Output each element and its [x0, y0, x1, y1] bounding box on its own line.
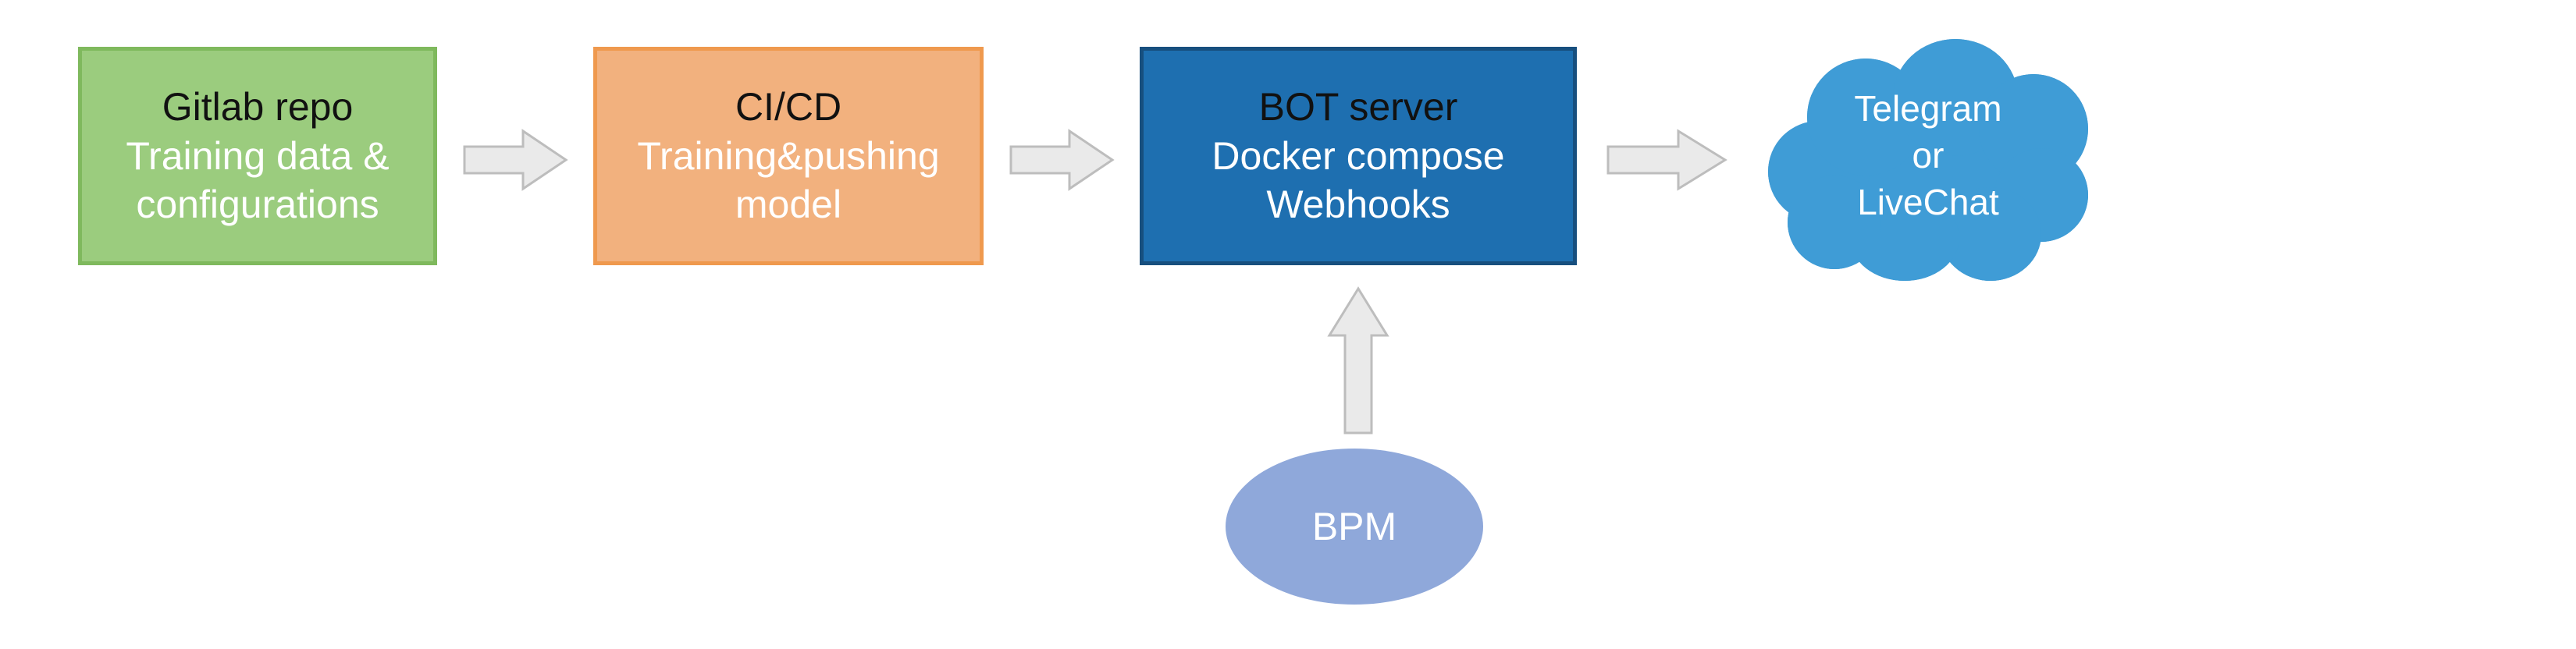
node-bpm: BPM — [1226, 449, 1483, 605]
node-label: BPM — [1312, 504, 1397, 549]
node-subtitle: Webhooks — [1266, 180, 1450, 229]
arrow-bpm-to-bot — [1323, 285, 1393, 437]
cloud-line: or — [1912, 133, 1944, 179]
diagram-canvas: Gitlab repo Training data & configuratio… — [0, 0, 2576, 649]
cloud-line: LiveChat — [1857, 179, 1999, 226]
node-subtitle: Training&pushing — [637, 132, 939, 181]
arrow-cicd-to-bot — [1007, 125, 1116, 195]
node-gitlab-repo: Gitlab repo Training data & configuratio… — [78, 47, 437, 265]
node-subtitle: configurations — [136, 180, 379, 229]
node-subtitle: Training data & — [126, 132, 389, 181]
arrow-bot-to-endpoint — [1604, 125, 1729, 195]
arrow-gitlab-to-cicd — [461, 125, 570, 195]
cloud-line: Telegram — [1854, 86, 2001, 133]
node-title: Gitlab repo — [162, 83, 354, 132]
node-cicd: CI/CD Training&pushing model — [593, 47, 984, 265]
node-title: CI/CD — [735, 83, 841, 132]
node-bot-server: BOT server Docker compose Webhooks — [1140, 47, 1577, 265]
node-subtitle: Docker compose — [1212, 132, 1504, 181]
node-title: BOT server — [1259, 83, 1458, 132]
node-subtitle: model — [735, 180, 841, 229]
node-endpoint-cloud: Telegram or LiveChat — [1764, 31, 2092, 281]
